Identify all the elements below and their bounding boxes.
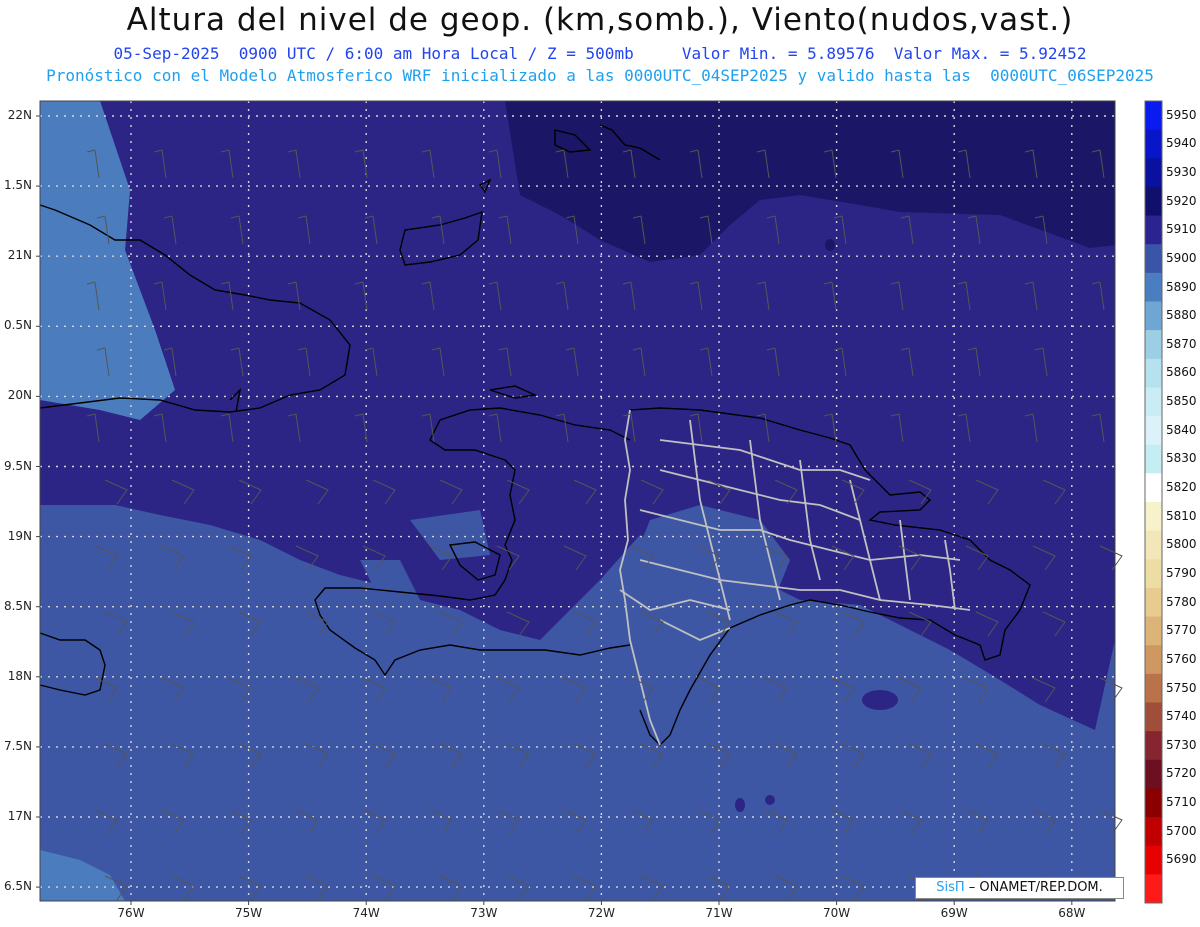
lon-label: 70W xyxy=(823,906,851,920)
colorbar-cell xyxy=(1145,559,1162,589)
colorbar-cell xyxy=(1145,444,1162,474)
colorbar-label: 5950 xyxy=(1166,107,1197,122)
lat-label: 9.5N xyxy=(3,458,32,473)
colorbar-label: 5840 xyxy=(1166,422,1197,437)
colorbar-cell xyxy=(1145,502,1162,532)
colorbar-label: 5720 xyxy=(1166,766,1197,781)
colorbar-label: 5900 xyxy=(1166,250,1197,265)
lat-label: 17N xyxy=(7,809,32,823)
colorbar-label: 5830 xyxy=(1166,451,1197,466)
colorbar-label: 5920 xyxy=(1166,193,1197,208)
colorbar-label: 5690 xyxy=(1166,852,1197,867)
colorbar-cell xyxy=(1145,244,1162,274)
lat-label: 7.5N xyxy=(3,738,32,753)
colorbar-cell xyxy=(1145,129,1162,159)
colorbar-cell xyxy=(1145,215,1162,245)
sispi-logo: SisΠ xyxy=(936,880,965,895)
colorbar-cell xyxy=(1145,272,1162,302)
colorbar xyxy=(1144,100,1163,904)
colorbar-label: 5870 xyxy=(1166,336,1197,351)
lon-label: 75W xyxy=(235,906,263,920)
colorbar-cell xyxy=(1145,845,1162,875)
colorbar-label: 5850 xyxy=(1166,394,1197,409)
colorbar-cell xyxy=(1145,387,1162,417)
colorbar-cell xyxy=(1145,530,1162,560)
colorbar-label: 5820 xyxy=(1166,480,1197,494)
lon-label: 71W xyxy=(705,906,733,920)
lon-label: 74W xyxy=(352,906,380,920)
lat-label: 20N xyxy=(7,388,32,403)
lon-label: 73W xyxy=(470,906,498,920)
colorbar-label: 5800 xyxy=(1166,537,1197,552)
lon-label: 68W xyxy=(1058,906,1086,920)
colorbar-label: 5700 xyxy=(1166,823,1197,838)
colorbar-label: 5710 xyxy=(1166,795,1197,810)
lon-label: 76W xyxy=(117,906,145,920)
lat-label: 18N xyxy=(7,668,32,683)
colorbar-label: 5760 xyxy=(1166,651,1197,666)
colorbar-cell xyxy=(1145,702,1162,732)
colorbar-cell xyxy=(1145,731,1162,761)
lat-label: 1.5N xyxy=(3,178,32,193)
colorbar-label: 5730 xyxy=(1166,737,1197,752)
colorbar-cell xyxy=(1145,645,1162,675)
lat-label: 8.5N xyxy=(3,598,32,613)
colorbar-cell xyxy=(1145,788,1162,818)
forecast-map xyxy=(36,100,1163,905)
credit-box: SisΠ – ONAMET/REP.DOM. xyxy=(915,877,1124,899)
onamet-label: – ONAMET/REP.DOM. xyxy=(968,880,1103,895)
colorbar-cell xyxy=(1145,186,1162,217)
colorbar-label: 5750 xyxy=(1166,680,1197,695)
colorbar-label: 5770 xyxy=(1166,623,1197,638)
lat-label: 22N xyxy=(7,108,32,122)
colorbar-cell xyxy=(1145,158,1162,188)
colorbar-cell xyxy=(1145,673,1162,703)
colorbar-cell xyxy=(1145,616,1162,646)
colorbar-cell xyxy=(1145,874,1162,904)
colorbar-cell xyxy=(1145,330,1162,360)
lat-label: 6.5N xyxy=(3,879,32,894)
lon-label: 69W xyxy=(940,906,968,920)
colorbar-cell xyxy=(1145,473,1162,503)
lat-label: 19N xyxy=(7,528,32,543)
colorbar-cell xyxy=(1145,101,1162,131)
colorbar-label: 5890 xyxy=(1166,279,1197,294)
colorbar-label: 5790 xyxy=(1166,565,1197,580)
colorbar-label: 5740 xyxy=(1166,709,1197,724)
colorbar-label: 5780 xyxy=(1166,594,1197,609)
colorbar-cell xyxy=(1145,759,1162,789)
lat-label: 21N xyxy=(7,248,32,263)
colorbar-label: 5910 xyxy=(1166,222,1197,237)
lon-label: 72W xyxy=(587,906,615,920)
colorbar-cell xyxy=(1145,587,1162,618)
colorbar-cell xyxy=(1145,358,1162,388)
colorbar-label: 5880 xyxy=(1166,308,1197,323)
colorbar-label: 5930 xyxy=(1166,164,1197,179)
colorbar-cell xyxy=(1145,301,1162,331)
lat-label: 0.5N xyxy=(3,318,32,333)
colorbar-label: 5860 xyxy=(1166,365,1197,380)
colorbar-label: 5810 xyxy=(1166,508,1197,523)
colorbar-cell xyxy=(1145,817,1162,847)
colorbar-label: 5940 xyxy=(1166,136,1197,151)
colorbar-cell xyxy=(1145,416,1162,446)
